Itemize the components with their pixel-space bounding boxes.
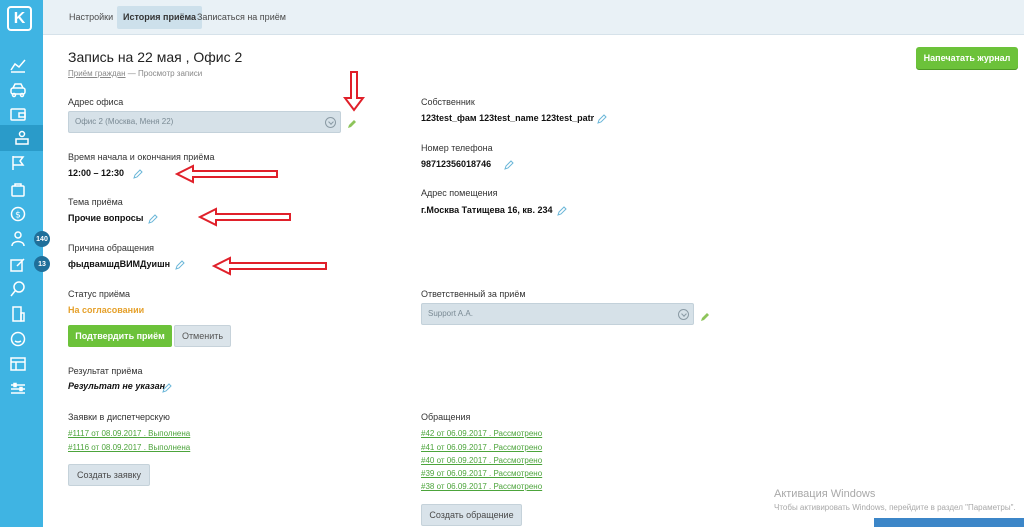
owner-label: Собственник: [421, 97, 475, 107]
logo-letter: K: [13, 9, 26, 27]
bag-icon[interactable]: [8, 180, 28, 198]
page-title: Запись на 22 мая , Офис 2: [68, 49, 243, 65]
request-link[interactable]: #1116 от 08.09.2017 . Выполнена: [68, 443, 190, 452]
office-label: Адрес офиса: [68, 97, 124, 107]
edit-owner-pencil-icon[interactable]: [597, 111, 607, 124]
logo[interactable]: K: [7, 6, 32, 31]
red-left-arrow-icon: [212, 256, 327, 276]
print-journal-button[interactable]: Напечатать журнал: [916, 47, 1018, 69]
edit-responsible-pencil-icon[interactable]: [700, 309, 710, 321]
status-label: Статус приёма: [68, 289, 131, 299]
reason-value: фыдвамшдВИМДуишн: [68, 259, 171, 269]
address-label: Адрес помещения: [421, 188, 498, 198]
wallet-icon[interactable]: [8, 105, 28, 123]
topic-label: Тема приёма: [68, 197, 123, 207]
edit-reason-pencil-icon[interactable]: [175, 257, 185, 270]
reason-label: Причина обращения: [68, 243, 155, 253]
appeal-link[interactable]: #39 от 06.09.2017 . Рассмотрено: [421, 469, 542, 478]
result-label: Результат приёма: [68, 366, 143, 376]
cancel-button[interactable]: Отменить: [174, 325, 231, 347]
request-link[interactable]: #1117 от 08.09.2017 . Выполнена: [68, 429, 190, 438]
top-nav: Настройки История приёма Записаться на п…: [43, 0, 1024, 35]
windows-activation-subtitle: Чтобы активировать Windows, перейдите в …: [774, 503, 1016, 512]
time-label: Время начала и окончания приёма: [68, 152, 215, 162]
flag-icon[interactable]: [8, 154, 28, 172]
red-down-arrow-icon: [343, 71, 365, 112]
responsible-select-value: Support A.A.: [428, 309, 473, 318]
breadcrumb-link[interactable]: Приём граждан: [68, 69, 126, 78]
people-badge: 140: [34, 231, 50, 247]
status-value: На согласовании: [68, 305, 145, 315]
tab-history[interactable]: История приёма: [117, 6, 203, 29]
office-select[interactable]: Офис 2 (Москва, Меня 22): [68, 111, 341, 133]
chart-icon[interactable]: [8, 56, 28, 74]
phone-value: 98712356018746: [421, 159, 492, 169]
appeal-link[interactable]: #42 от 06.09.2017 . Рассмотрено: [421, 429, 542, 438]
meeting-icon[interactable]: [0, 125, 43, 151]
coin-icon[interactable]: $: [8, 205, 28, 223]
topic-value: Прочие вопросы: [68, 213, 144, 223]
table-icon[interactable]: [8, 355, 28, 373]
responsible-select[interactable]: Support A.A.: [421, 303, 694, 325]
edit-icon[interactable]: [8, 256, 28, 274]
edit-topic-pencil-icon[interactable]: [148, 211, 158, 224]
building-icon[interactable]: [8, 305, 28, 323]
people-icon[interactable]: [8, 230, 28, 248]
edit-time-pencil-icon[interactable]: [133, 166, 143, 179]
breadcrumb: Приём граждан — Просмотр записи: [68, 69, 202, 78]
appeal-link[interactable]: #41 от 06.09.2017 . Рассмотрено: [421, 443, 542, 452]
tab-settings[interactable]: Настройки: [63, 6, 119, 29]
sliders-icon[interactable]: [8, 380, 28, 398]
svg-text:$: $: [15, 211, 21, 221]
appeal-link[interactable]: #38 от 06.09.2017 . Рассмотрено: [421, 482, 542, 491]
owner-value: 123test_фам 123test_name 123test_patr: [421, 113, 595, 123]
breadcrumb-current: Просмотр записи: [138, 69, 203, 78]
address-value: г.Москва Татищева 16, кв. 234: [421, 205, 553, 215]
chevron-down-icon: [678, 309, 689, 320]
car-icon[interactable]: [8, 81, 28, 99]
confirm-button[interactable]: Подтвердить приём: [68, 325, 172, 347]
appeal-link[interactable]: #40 от 06.09.2017 . Рассмотрено: [421, 456, 542, 465]
time-value: 12:00 – 12:30: [68, 168, 125, 178]
create-request-button[interactable]: Создать заявку: [68, 464, 150, 486]
chevron-down-icon: [325, 117, 336, 128]
smile-icon[interactable]: [8, 330, 28, 348]
taskbar-corner: [874, 518, 1024, 527]
appeals-label: Обращения: [421, 412, 471, 422]
edit-result-pencil-icon[interactable]: [162, 380, 172, 393]
pin-icon[interactable]: [8, 280, 28, 298]
breadcrumb-sep: —: [127, 69, 136, 78]
tab-sign-up[interactable]: Записаться на приём: [191, 6, 292, 29]
responsible-label: Ответственный за приём: [421, 289, 526, 299]
red-left-arrow-icon: [175, 164, 278, 184]
edit-phone-pencil-icon[interactable]: [504, 157, 514, 170]
red-left-arrow-icon: [198, 207, 291, 227]
phone-label: Номер телефона: [421, 143, 493, 153]
windows-activation-title: Активация Windows: [774, 488, 876, 500]
office-select-value: Офис 2 (Москва, Меня 22): [75, 117, 174, 126]
sidebar: K $ 140 13: [0, 0, 50, 527]
edit-office-pencil-icon[interactable]: [347, 116, 357, 128]
edit-badge: 13: [34, 256, 50, 272]
requests-label: Заявки в диспетчерскую: [68, 412, 170, 422]
result-value: Результат не указан: [68, 381, 166, 391]
edit-address-pencil-icon[interactable]: [557, 203, 567, 216]
create-appeal-button[interactable]: Создать обращение: [421, 504, 522, 526]
